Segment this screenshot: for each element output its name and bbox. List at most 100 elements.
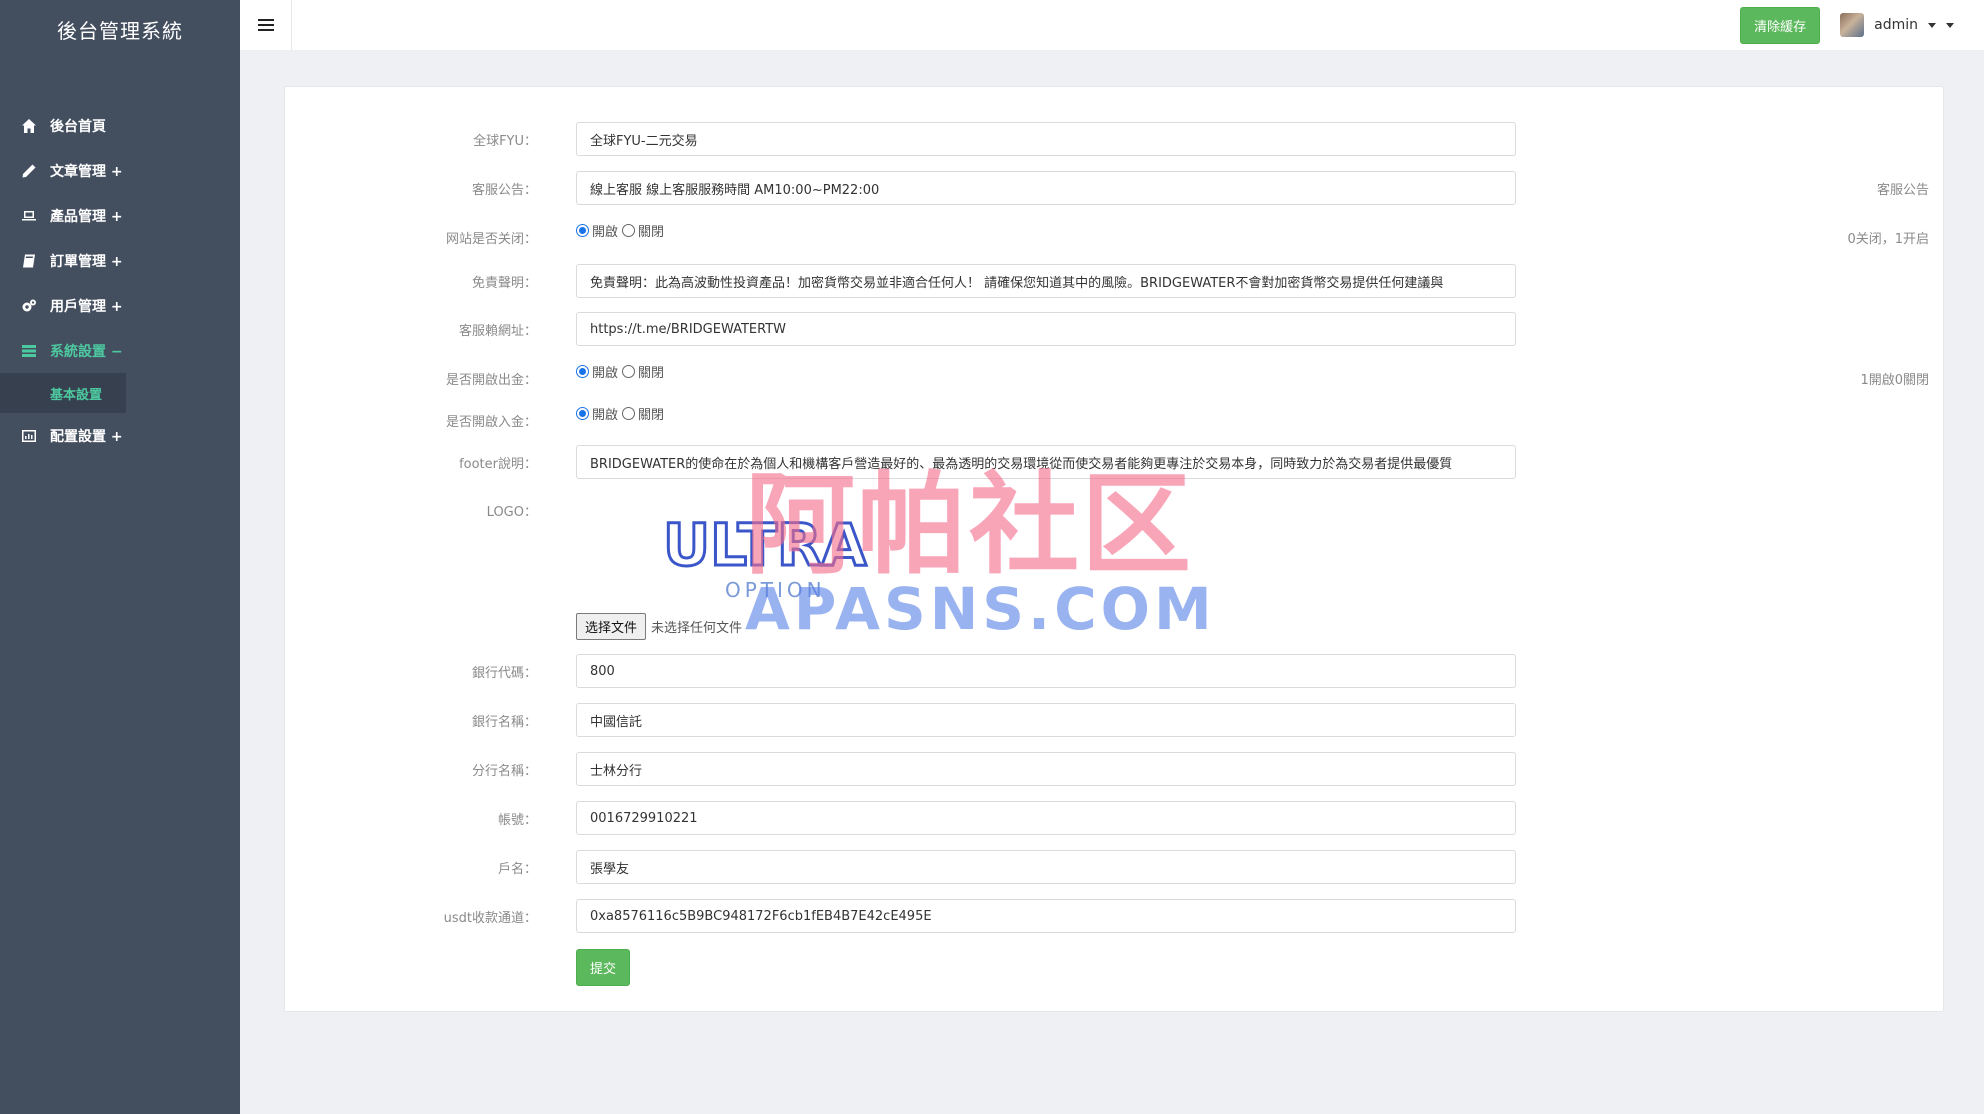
form-row-site-closed: 网站是否关闭： 開啟 關閉 0关闭，1开启 xyxy=(285,220,1943,254)
field-label: 网站是否关闭： xyxy=(445,231,537,247)
usdt-address-input[interactable]: 0xa8576116c5B9BC948172F6cb1fEB4B7E42cE49… xyxy=(576,899,1516,933)
field-label: 銀行代碼： xyxy=(471,665,537,681)
field-label: 全球FYU： xyxy=(473,133,537,149)
sidebar-item-label: 系統設置 − xyxy=(50,343,123,360)
form-row-usdt: usdt收款通道： 0xa8576116c5B9BC948172F6cb1fEB… xyxy=(285,899,1943,933)
form-row-branch: 分行名稱： 士林分行 xyxy=(285,752,1943,786)
chart-icon xyxy=(20,427,38,445)
radio-label: 開啟 xyxy=(592,224,619,240)
sidebar: 後台管理系統 後台首頁 文章管理 + 產品管理 + 訂單管理 + 用戶管理 + … xyxy=(0,0,240,1114)
notice-input[interactable]: 線上客服 線上客服服務時間 AM10:00~PM22:00 xyxy=(576,171,1516,205)
radio-label: 開啟 xyxy=(592,407,619,423)
form-row-logo: LOGO： xyxy=(285,493,1943,527)
menu-toggle-button[interactable] xyxy=(240,0,292,50)
pencil-icon xyxy=(20,162,38,180)
logo-preview-image: ULTRA OPTION xyxy=(662,507,963,603)
sidebar-item-dashboard[interactable]: 後台首頁 xyxy=(0,103,240,148)
radio-label: 關閉 xyxy=(638,365,665,381)
submit-button[interactable]: 提交 xyxy=(576,949,631,986)
form-row-withdraw: 是否開啟出金： 開啟 關閉 1開啟0關閉 xyxy=(285,361,1943,395)
form-row-holder: 戶名： 張學友 xyxy=(285,850,1943,884)
hamburger-icon xyxy=(257,24,274,26)
sidebar-item-system-settings[interactable]: 系統設置 − xyxy=(0,328,240,373)
field-label: 客服賴網址： xyxy=(458,323,537,339)
file-status-text: 未选择任何文件 xyxy=(651,621,743,636)
radio-label: 關閉 xyxy=(638,224,665,240)
radio-close[interactable] xyxy=(622,406,636,420)
sidebar-nav: 後台首頁 文章管理 + 產品管理 + 訂單管理 + 用戶管理 + 系統設置 − … xyxy=(0,103,240,458)
top-bar: 清除緩存 admin xyxy=(240,0,1984,50)
caret-down-icon[interactable] xyxy=(1946,22,1954,28)
form-row-notice: 客服公告： 線上客服 線上客服服務時間 AM10:00~PM22:00 客服公告 xyxy=(285,171,1943,205)
field-label: LOGO： xyxy=(486,504,537,520)
form-row-bank-name: 銀行名稱： 中國信託 xyxy=(285,703,1943,737)
sidebar-item-label: 訂單管理 + xyxy=(50,253,123,270)
form-row-cs-url: 客服賴網址： https://t.me/BRIDGEWATERTW xyxy=(285,312,1943,346)
settings-form-card: 全球FYU： 全球FYU-二元交易 客服公告： 線上客服 線上客服服務時間 AM… xyxy=(284,86,1944,1012)
sidebar-item-label: 配置設置 + xyxy=(50,428,123,445)
field-hint: 1開啟0關閉 xyxy=(1860,372,1929,388)
field-label: 是否開啟出金： xyxy=(445,372,537,388)
cs-url-input[interactable]: https://t.me/BRIDGEWATERTW xyxy=(576,312,1516,346)
site-closed-radio-group: 開啟 關閉 xyxy=(576,220,664,240)
sidebar-item-orders[interactable]: 訂單管理 + xyxy=(0,238,240,283)
radio-open[interactable] xyxy=(576,364,589,378)
field-hint: 客服公告 xyxy=(1876,182,1929,198)
logo-file-picker: 选择文件 未选择任何文件 xyxy=(576,613,742,640)
svg-text:ULTRA: ULTRA xyxy=(663,511,867,579)
radio-label: 開啟 xyxy=(592,365,619,381)
radio-close[interactable] xyxy=(622,364,636,378)
field-label: usdt收款通道： xyxy=(443,910,537,926)
book-icon xyxy=(20,252,38,270)
server-icon xyxy=(20,342,38,360)
site-title-input[interactable]: 全球FYU-二元交易 xyxy=(576,122,1516,156)
sidebar-item-articles[interactable]: 文章管理 + xyxy=(0,148,240,193)
deposit-radio-group: 開啟 關閉 xyxy=(576,403,664,423)
form-row-title: 全球FYU： 全球FYU-二元交易 xyxy=(285,122,1943,156)
sidebar-subitem-basic-settings[interactable]: 基本設置 xyxy=(0,373,126,413)
clear-cache-button[interactable]: 清除緩存 xyxy=(1740,6,1821,44)
form-row-account: 帳號： 0016729910221 xyxy=(285,801,1943,835)
disclaimer-input[interactable]: 免責聲明：此為高波動性投資產品！加密貨幣交易並非適合任何人！ 請確保您知道其中的… xyxy=(576,264,1516,298)
field-label: 戶名： xyxy=(497,861,537,877)
account-number-input[interactable]: 0016729910221 xyxy=(576,801,1516,835)
field-label: 免責聲明： xyxy=(471,275,537,291)
top-bar-actions: 清除緩存 admin xyxy=(1740,6,1984,44)
caret-down-icon[interactable] xyxy=(1928,22,1936,28)
sidebar-item-label: 文章管理 + xyxy=(50,163,123,180)
radio-label: 關閉 xyxy=(638,407,665,423)
choose-file-button[interactable]: 选择文件 xyxy=(576,613,647,640)
field-label: 是否開啟入金： xyxy=(445,414,537,430)
field-hint: 0关闭，1开启 xyxy=(1847,231,1929,247)
brand-title: 後台管理系統 xyxy=(57,18,183,43)
radio-close[interactable] xyxy=(622,223,636,237)
svg-text:OPTION: OPTION xyxy=(725,578,826,602)
sidebar-item-label: 後台首頁 xyxy=(50,118,106,135)
avatar[interactable] xyxy=(1840,13,1865,37)
field-label: 銀行名稱： xyxy=(471,714,537,730)
laptop-icon xyxy=(20,207,38,225)
withdraw-radio-group: 開啟 關閉 xyxy=(576,361,664,381)
sidebar-item-label: 產品管理 + xyxy=(50,208,123,225)
field-label: 帳號： xyxy=(497,812,537,828)
account-holder-input[interactable]: 張學友 xyxy=(576,850,1516,884)
form-row-footer: footer說明： BRIDGEWATER的使命在於為個人和機構客戶營造最好的、… xyxy=(285,445,1943,479)
branch-name-input[interactable]: 士林分行 xyxy=(576,752,1516,786)
field-label: footer說明： xyxy=(459,456,537,472)
form-row-deposit: 是否開啟入金： 開啟 關閉 xyxy=(285,403,1943,437)
sidebar-item-products[interactable]: 產品管理 + xyxy=(0,193,240,238)
sidebar-item-users[interactable]: 用戶管理 + xyxy=(0,283,240,328)
radio-open[interactable] xyxy=(576,406,589,420)
footer-input[interactable]: BRIDGEWATER的使命在於為個人和機構客戶營造最好的、最為透明的交易環境從… xyxy=(576,445,1516,479)
sidebar-item-config-settings[interactable]: 配置設置 + xyxy=(0,413,240,458)
form-row-disclaimer: 免責聲明： 免責聲明：此為高波動性投資產品！加密貨幣交易並非適合任何人！ 請確保… xyxy=(285,264,1943,298)
bank-code-input[interactable]: 800 xyxy=(576,654,1516,688)
form-row-bank-code: 銀行代碼： 800 xyxy=(285,654,1943,688)
user-name[interactable]: admin xyxy=(1874,17,1918,33)
field-label: 客服公告： xyxy=(471,182,537,198)
bank-name-input[interactable]: 中國信託 xyxy=(576,703,1516,737)
sidebar-item-label: 用戶管理 + xyxy=(50,298,123,315)
field-label: 分行名稱： xyxy=(471,763,537,779)
radio-open[interactable] xyxy=(576,223,589,237)
gears-icon xyxy=(20,297,38,315)
